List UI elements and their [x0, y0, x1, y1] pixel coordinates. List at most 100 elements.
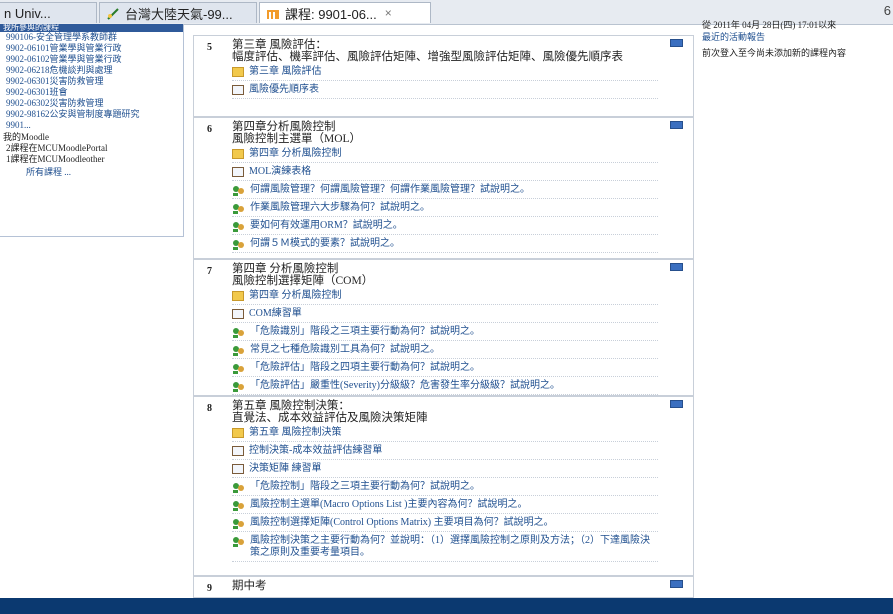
- page-resource[interactable]: 風險優先順序表: [232, 84, 658, 99]
- resource-label: 「危險評估」階段之四項主要行動為何？試說明之。: [250, 362, 480, 373]
- forum-icon: [233, 186, 244, 196]
- section-toggle-icon[interactable]: [670, 121, 683, 129]
- forum-resource[interactable]: 風險控制選擇矩陣(Control Options Matrix) 主要項目為何？…: [232, 517, 658, 532]
- section-title: 期中考: [232, 580, 267, 592]
- course-link[interactable]: 9902-06218危機談判與處理: [0, 65, 183, 76]
- topic-section-7: 7 第四章 分析風險控制 風險控制選擇矩陣（COM） 第四章 分析風險控制 COM練習…: [193, 259, 694, 396]
- course-link[interactable]: 9902-06101管業學與管業行政: [0, 43, 183, 54]
- section-body: 第四章 分析風險控制 風險控制選擇矩陣（COM） 第四章 分析風險控制 COM練習單…: [232, 263, 658, 395]
- tab-right-glyph: 6: [883, 3, 891, 18]
- topic-section-8: 8 第五章 風險控制決策： 直覺法、成本效益評估及風險決策矩陣 第五章 風險控制決策…: [193, 396, 694, 576]
- forum-resource[interactable]: 「危險評估」階段之四項主要行動為何？試說明之。: [232, 362, 658, 377]
- folder-icon: [232, 149, 244, 159]
- section-title: 第四章分析風險控制 風險控制主選單（MOL）: [232, 121, 362, 145]
- moodle-icon: [267, 9, 279, 19]
- section-number: 7: [207, 266, 212, 277]
- resource-label: 要如何有效運用ORM？試說明之。: [250, 220, 403, 231]
- forum-icon: [233, 382, 244, 392]
- close-tab-icon[interactable]: ×: [385, 6, 392, 20]
- my-courses-block: 我所參與的課程 990106-安全管理學系教師群 9902-06101管業學與管業…: [0, 24, 184, 237]
- forum-icon: [233, 204, 244, 214]
- page-resource[interactable]: MOL演練表格: [232, 166, 658, 181]
- all-courses-link[interactable]: 所有課程 ...: [0, 167, 183, 178]
- folder-resource[interactable]: 第三章 風險評估: [232, 66, 658, 81]
- section-number: 8: [207, 403, 212, 414]
- resource-label: 決策矩陣 練習單: [249, 463, 322, 474]
- resource-label: 「危險評估」嚴重性(Severity)分級級？危害發生率分級級？試說明之。: [250, 380, 560, 391]
- forum-resource[interactable]: 何謂５Ｍ模式的要素？試說明之。: [232, 238, 658, 253]
- section-body: 第五章 風險控制決策： 直覺法、成本效益評估及風險決策矩陣第五章 風險控制決策控…: [232, 400, 658, 562]
- resource-label: 風險控制選擇矩陣(Control Options Matrix) 主要項目為何？…: [250, 517, 554, 528]
- resource-label: 第五章 風險控制決策: [249, 427, 342, 438]
- section-toggle-icon[interactable]: [670, 263, 683, 271]
- moodle-title: 我的Moodle: [3, 132, 49, 142]
- course-link[interactable]: 9902-06301班會: [0, 87, 183, 98]
- tab-label: 課程: 9901-06...: [285, 6, 377, 22]
- section-body: 第三章 風險評估： 幅度評估、機率評估、風險評估矩陣、增強型風險評估矩陣、風險優…: [232, 39, 658, 99]
- forum-icon: [233, 328, 244, 338]
- section-toggle-icon[interactable]: [670, 400, 683, 408]
- resource-label: 作業風險管理六大步驟為何？試說明之。: [250, 202, 430, 213]
- bottom-bar: [0, 598, 893, 614]
- recent-activity-link[interactable]: 最近的活動報告: [702, 31, 893, 43]
- resource-label: 風險控制決策之主要行動為何？並說明：（1）選擇風險控制之原則及方法；（2）下達風…: [250, 535, 650, 558]
- course-link[interactable]: 9902-98162公安與管制度專題研究: [0, 109, 183, 120]
- course-link[interactable]: 9902-06302災害防救管理: [0, 98, 183, 109]
- resource-label: MOL演練表格: [249, 166, 312, 177]
- resource-label: 常見之七種危險識別工具為何？試說明之。: [250, 344, 440, 355]
- forum-resource[interactable]: 作業風險管理六大步驟為何？試說明之。: [232, 202, 658, 217]
- forum-icon: [233, 364, 244, 374]
- section-toggle-icon[interactable]: [670, 580, 683, 588]
- folder-icon: [232, 428, 244, 438]
- page-resource[interactable]: COM練習單: [232, 308, 658, 323]
- forum-icon: [233, 519, 244, 529]
- browser-tab-3[interactable]: 課程: 9901-06... ×: [259, 2, 431, 23]
- page-icon: [232, 167, 244, 177]
- block-header: 我所參與的課程: [0, 24, 183, 32]
- page-resource[interactable]: 控制決策-成本效益評估練習單: [232, 445, 658, 460]
- section-title: 第五章 風險控制決策： 直覺法、成本效益評估及風險決策矩陣: [232, 400, 428, 424]
- course-link[interactable]: 9901...: [0, 120, 183, 131]
- resource-label: 第四章 分析風險控制: [249, 290, 342, 301]
- forum-resource[interactable]: 風險控制主選單(Macro Options List )主要內容為何？試說明之。: [232, 499, 658, 514]
- resource-label: 第三章 風險評估: [249, 66, 322, 77]
- tab-label: n Univ...: [4, 5, 51, 21]
- forum-icon: [233, 222, 244, 232]
- moodle-item-other[interactable]: 1課程在MCUMoodleother: [0, 154, 183, 165]
- course-link[interactable]: 9902-06102管業學與管業行政: [0, 54, 183, 65]
- forum-resource[interactable]: 「危險評估」嚴重性(Severity)分級級？危害發生率分級級？試說明之。: [232, 380, 658, 395]
- resource-label: 控制決策-成本效益評估練習單: [249, 445, 383, 456]
- section-number: 9: [207, 583, 212, 594]
- resource-label: 風險優先順序表: [249, 84, 319, 95]
- folder-resource[interactable]: 第四章 分析風險控制: [232, 290, 658, 305]
- course-link[interactable]: 990106-安全管理學系教師群: [0, 32, 183, 43]
- page-resource[interactable]: 決策矩陣 練習單: [232, 463, 658, 478]
- moodle-item-portal[interactable]: 2課程在MCUMoodlePortal: [0, 143, 183, 154]
- topic-section-5: 5 第三章 風險評估： 幅度評估、機率評估、風險評估矩陣、增強型風險評估矩陣、風險…: [193, 35, 694, 117]
- forum-icon: [233, 537, 244, 547]
- resource-label: 「危險控制」階段之三項主要行動為何？試說明之。: [250, 481, 480, 492]
- forum-resource[interactable]: 風險控制決策之主要行動為何？並說明：（1）選擇風險控制之原則及方法；（2）下達風…: [232, 535, 658, 562]
- topic-section-6: 6 第四章分析風險控制 風險控制主選單（MOL） 第四章 分析風險控制 MOL演練表格…: [193, 117, 694, 259]
- forum-resource[interactable]: 要如何有效運用ORM？試說明之。: [232, 220, 658, 235]
- folder-resource[interactable]: 第五章 風險控制決策: [232, 427, 658, 442]
- folder-resource[interactable]: 第四章 分析風險控制: [232, 148, 658, 163]
- page-icon: [232, 309, 244, 319]
- course-link[interactable]: 9902-06301災害防救管理: [0, 76, 183, 87]
- folder-icon: [232, 67, 244, 77]
- forum-icon: [233, 483, 244, 493]
- forum-resource[interactable]: 「危險控制」階段之三項主要行動為何？試說明之。: [232, 481, 658, 496]
- activity-status: 前次登入至今尚未添加新的課程內容: [702, 48, 847, 58]
- tab-label: 台灣大陸天氣-99...: [125, 6, 233, 22]
- section-toggle-icon[interactable]: [670, 39, 683, 47]
- resource-label: 何謂５Ｍ模式的要素？試說明之。: [250, 238, 400, 249]
- page-icon: [232, 464, 244, 474]
- section-body: 期中考: [232, 580, 658, 592]
- section-title: 第三章 風險評估： 幅度評估、機率評估、風險評估矩陣、增強型風險評估矩陣、風險優…: [232, 39, 623, 63]
- browser-tab-2[interactable]: 台灣大陸天氣-99...: [99, 2, 257, 23]
- resource-label: 風險控制主選單(Macro Options List )主要內容為何？試說明之。: [250, 499, 528, 510]
- browser-tab-1[interactable]: n Univ...: [0, 2, 97, 23]
- forum-resource[interactable]: 「危險識別」階段之三項主要行動為何？試說明之。: [232, 326, 658, 341]
- forum-resource[interactable]: 何謂風險管理？何謂風險管理？何謂作業風險管理？試說明之。: [232, 184, 658, 199]
- forum-resource[interactable]: 常見之七種危險識別工具為何？試說明之。: [232, 344, 658, 359]
